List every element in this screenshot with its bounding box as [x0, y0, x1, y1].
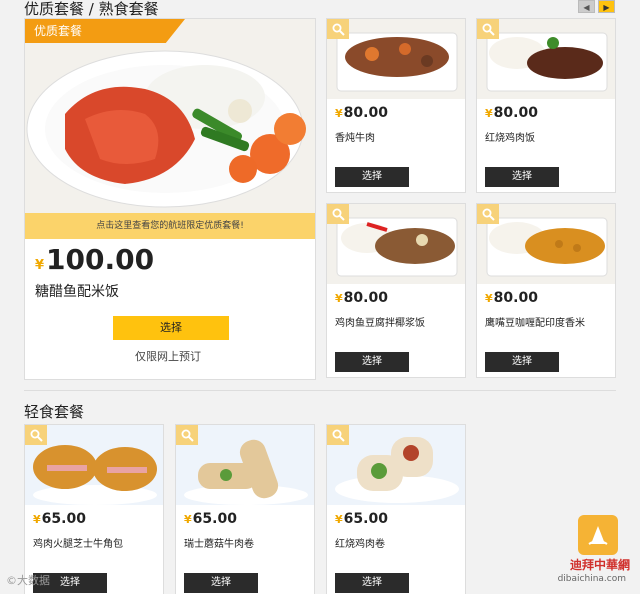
meal-price-value: 65.00	[41, 511, 86, 527]
section-title-premium: 优质套餐 / 熟食套餐	[24, 0, 159, 18]
currency-symbol: ¥	[335, 292, 343, 305]
magnifier-icon[interactable]	[327, 19, 349, 39]
meal-price: ¥80.00	[485, 105, 538, 121]
select-button[interactable]: 选择	[184, 573, 258, 593]
meal-price: ¥65.00	[33, 511, 86, 527]
magnifier-icon[interactable]	[176, 425, 198, 445]
meal-name: 鸡肉鱼豆腐拌椰浆饭	[335, 318, 425, 329]
featured-price-value: 100.00	[46, 243, 155, 276]
section-title-light: 轻食套餐	[24, 403, 85, 421]
premium-meal-card[interactable]: ¥80.00 香炖牛肉 选择	[326, 18, 466, 193]
meal-price: ¥80.00	[335, 105, 388, 121]
select-button[interactable]: 选择	[485, 167, 559, 187]
pager: ◀ ▶	[578, 0, 615, 13]
select-button[interactable]: 选择	[485, 352, 559, 372]
pager-next-button[interactable]: ▶	[598, 0, 615, 13]
meal-price: ¥65.00	[335, 511, 388, 527]
light-meal-image[interactable]	[176, 425, 314, 505]
currency-symbol: ¥	[33, 513, 41, 526]
currency-symbol: ¥	[485, 107, 493, 120]
currency-symbol: ¥	[335, 107, 343, 120]
magnifier-icon[interactable]	[327, 204, 349, 224]
meal-name: 红烧鸡肉饭	[485, 133, 535, 144]
premium-meal-image[interactable]	[477, 204, 615, 284]
premium-meal-card[interactable]: ¥80.00 鹰嘴豆咖喱配印度香米 选择	[476, 203, 616, 378]
pager-prev-button[interactable]: ◀	[578, 0, 595, 13]
section-divider	[24, 390, 616, 391]
magnifier-icon[interactable]	[25, 425, 47, 445]
magnifier-icon[interactable]	[327, 425, 349, 445]
meal-name: 瑞士蘑菇牛肉卷	[184, 539, 254, 550]
premium-meal-image[interactable]	[477, 19, 615, 99]
currency-symbol: ¥	[35, 258, 45, 273]
featured-meal-image[interactable]	[25, 19, 315, 213]
meal-price: ¥80.00	[335, 290, 388, 306]
featured-price: ¥100.00	[35, 243, 154, 276]
meal-price: ¥80.00	[485, 290, 538, 306]
meal-price-value: 80.00	[493, 290, 538, 306]
premium-meal-image[interactable]	[327, 204, 465, 284]
premium-meal-card[interactable]: ¥80.00 鸡肉鱼豆腐拌椰浆饭 选择	[326, 203, 466, 378]
brand-name: 迪拜中華網	[569, 558, 630, 572]
currency-symbol: ¥	[485, 292, 493, 305]
featured-meal-name: 糖醋鱼配米饭	[35, 284, 119, 300]
premium-meal-image[interactable]	[327, 19, 465, 99]
light-meal-image[interactable]	[25, 425, 163, 505]
premium-badge: 优质套餐	[25, 19, 185, 43]
meal-name: 鹰嘴豆咖喱配印度香米	[485, 318, 585, 329]
meal-price-value: 65.00	[192, 511, 237, 527]
currency-symbol: ¥	[184, 513, 192, 526]
select-button[interactable]: 选择	[335, 352, 409, 372]
select-button[interactable]: 选择	[335, 573, 409, 593]
meal-price-value: 65.00	[343, 511, 388, 527]
meal-name: 香炖牛肉	[335, 133, 375, 144]
flight-banner-link[interactable]: 点击这里查看您的航班限定优质套餐!	[25, 213, 315, 239]
meal-name: 鸡肉火腿芝士牛角包	[33, 539, 123, 550]
watermark-left: ©大数据	[6, 574, 50, 587]
brand-logo	[578, 515, 618, 555]
light-meal-image[interactable]	[327, 425, 465, 505]
meal-price: ¥65.00	[184, 511, 237, 527]
light-meal-card[interactable]: ¥65.00 红烧鸡肉卷 选择	[326, 424, 466, 594]
light-meal-card[interactable]: ¥65.00 瑞士蘑菇牛肉卷 选择	[175, 424, 315, 594]
premium-meal-card[interactable]: ¥80.00 红烧鸡肉饭 选择	[476, 18, 616, 193]
light-meal-card[interactable]: ¥65.00 鸡肉火腿芝士牛角包 选择	[24, 424, 164, 594]
select-button[interactable]: 选择	[335, 167, 409, 187]
currency-symbol: ¥	[335, 513, 343, 526]
meal-name: 红烧鸡肉卷	[335, 539, 385, 550]
meal-price-value: 80.00	[343, 290, 388, 306]
magnifier-icon[interactable]	[477, 19, 499, 39]
brand-url: dibaichina.com	[557, 574, 626, 584]
featured-meal-card[interactable]: 优质套餐 点击这里查看您的航班限定优质套餐! ¥100.00 糖醋鱼配米饭 选择…	[24, 18, 316, 380]
magnifier-icon[interactable]	[477, 204, 499, 224]
featured-select-button[interactable]: 选择	[113, 316, 229, 340]
meal-price-value: 80.00	[493, 105, 538, 121]
meal-price-value: 80.00	[343, 105, 388, 121]
online-only-note: 仅限网上预订	[135, 350, 201, 363]
